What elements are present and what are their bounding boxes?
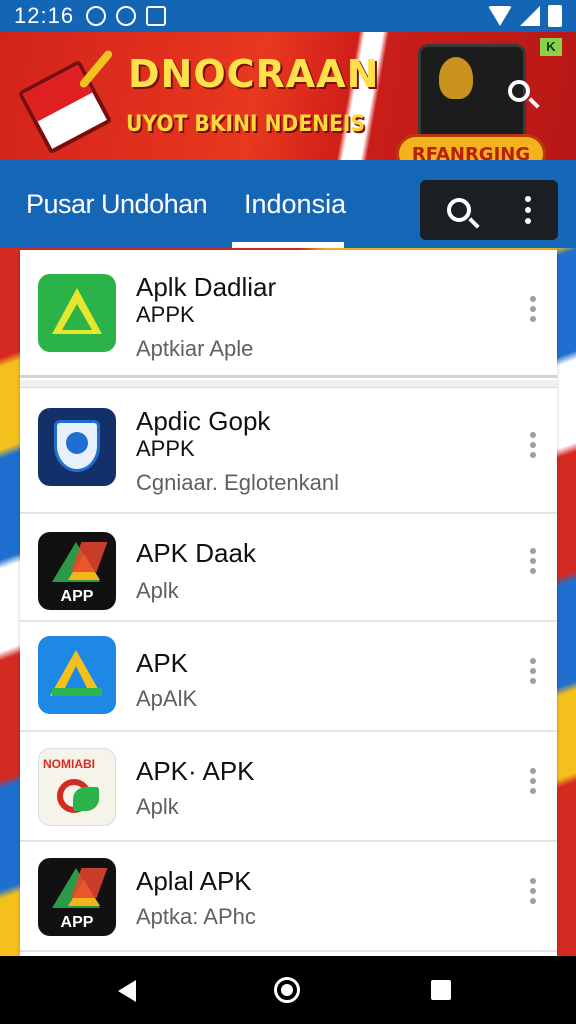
app-title: Aplal APK [136,866,252,896]
more-vert-icon[interactable] [530,768,536,794]
ad-badge: K [540,38,562,56]
app-title: APK· APK [136,756,255,786]
app-icon [116,6,137,26]
tab-pusar-undohan[interactable]: Pusar Undohan [26,160,208,248]
app-description: Aptka: APhc [136,904,256,929]
app-drive-icon: APP [38,858,116,936]
green-triangle-icon [38,274,116,352]
app-description: ApAlK [136,686,198,711]
app-subtitle: APPK [136,302,195,327]
emblem-icon [439,57,473,99]
tab-indonsia[interactable]: Indonsia [244,160,346,248]
app-list: Aplk Dadliar APPK Aptkiar Aple Apdic Gop… [20,250,557,956]
notification-icon [86,6,107,26]
banner-title: DNOCRAAN [128,52,380,96]
more-vert-icon[interactable] [530,548,536,574]
wifi-icon [488,6,512,26]
list-item[interactable]: NOMIABI APK· APK Aplk [20,732,557,842]
promo-banner[interactable]: DNOCRAAN UYOT BKINI NDENEIS RFANRGING K [0,32,576,160]
flag-icon [17,59,113,155]
app-description: Aptkiar Aple [136,336,254,361]
top-nav: Pusar Undohan Indonsia [0,160,576,248]
battery-icon [548,5,562,27]
app-title: APK Daak [136,538,256,568]
status-time: 12:16 [14,3,75,28]
app-title: APK [136,648,189,678]
blue-drive-icon [38,636,116,714]
app-title: Aplk Dadliar [136,272,277,302]
section-divider [20,380,557,388]
app-description: Aplk [136,794,179,819]
search-icon [508,80,530,102]
app-drive-icon: APP [38,532,116,610]
signal-icon [520,6,540,26]
more-options-icon[interactable] [525,196,531,224]
image-icon [146,6,167,26]
featured-app-item[interactable]: Aplk Dadliar APPK Aptkiar Aple [20,250,557,378]
app-title: Apdic Gopk [136,406,271,436]
list-item[interactable]: APP Aplal APK Aptka: APhc [20,842,557,952]
more-vert-icon[interactable] [530,296,536,322]
status-bar: 12:16 [0,0,576,32]
list-item[interactable]: Apdic Gopk APPK Cgniaar. Eglotenkanl [20,388,557,514]
list-item[interactable]: APK ApAlK [20,622,557,732]
app-description: Cgniaar. Eglotenkanl [136,470,340,495]
back-button[interactable] [118,980,136,1002]
recent-apps-button[interactable] [431,980,451,1000]
banner-subtitle: UYOT BKINI NDENEIS [126,112,366,137]
app-subtitle: APPK [136,436,195,461]
nav-actions [420,180,558,240]
search-icon[interactable] [447,198,471,222]
banner-cta-button[interactable]: RFANRGING [396,134,546,160]
home-button[interactable] [274,977,300,1003]
system-nav-bar [0,956,576,1024]
more-vert-icon[interactable] [530,658,536,684]
nomiabi-icon: NOMIABI [38,748,116,826]
app-description: Aplk [136,578,179,603]
list-item[interactable]: APP APK Daak Aplk [20,514,557,622]
more-vert-icon[interactable] [530,878,536,904]
shield-icon [38,408,116,486]
more-vert-icon[interactable] [530,432,536,458]
